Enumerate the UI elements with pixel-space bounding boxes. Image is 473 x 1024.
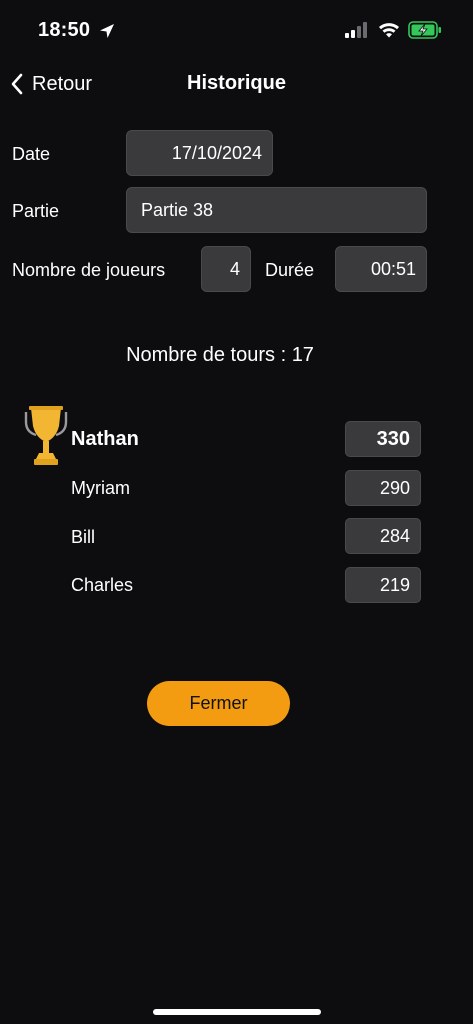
player-score-3: 284: [345, 518, 421, 554]
wifi-icon: [379, 23, 399, 38]
player-name-3: Bill: [71, 527, 96, 547]
location-arrow-icon: [100, 24, 114, 38]
page-title: Historique: [187, 72, 286, 94]
player-name-1: Nathan: [71, 428, 139, 450]
close-button[interactable]: Fermer: [147, 681, 290, 726]
date-label: Date: [12, 144, 51, 164]
player-name-4: Charles: [71, 575, 134, 595]
partie-label: Partie: [12, 201, 60, 221]
battery-charging-icon: [408, 21, 441, 39]
status-time: 18:50: [38, 19, 91, 41]
partie-field[interactable]: Partie 38: [126, 187, 427, 233]
home-indicator[interactable]: [153, 1009, 321, 1015]
player-score-2: 290: [345, 470, 421, 506]
duration-field[interactable]: 00:51: [335, 246, 427, 292]
date-field[interactable]: 17/10/2024: [126, 130, 273, 176]
tours-count-text: Nombre de tours : 17: [126, 344, 314, 366]
player-score-4: 219: [345, 567, 421, 603]
duration-label: Durée: [265, 260, 315, 280]
signal-icon: [345, 22, 367, 38]
players-count-label: Nombre de joueurs: [12, 260, 166, 280]
player-score-1: 330: [345, 421, 421, 457]
trophy-icon: [24, 406, 68, 465]
player-name-2: Myriam: [71, 478, 130, 498]
players-count-field[interactable]: 4: [201, 246, 251, 292]
